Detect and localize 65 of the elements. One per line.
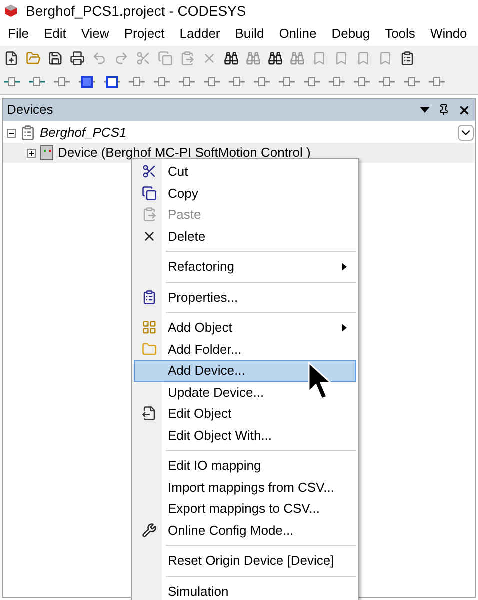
close-icon[interactable] (458, 104, 471, 116)
menu-item[interactable]: Online Config Mode... (134, 520, 356, 541)
menu-item[interactable]: Edit Object With... (134, 424, 356, 446)
cube-icon (4, 4, 18, 18)
binoculars-icon[interactable] (268, 50, 283, 66)
menu-item[interactable]: Reset Origin Device [Device] (134, 550, 356, 572)
tree-item[interactable]: Berghof_PCS1 (40, 123, 127, 143)
menu-item[interactable]: Update Device... (134, 382, 356, 403)
menu-item[interactable]: Copy (134, 182, 356, 204)
redo-icon[interactable] (114, 50, 129, 66)
ladder-element-icon[interactable] (104, 74, 120, 90)
document-icon (142, 406, 156, 422)
scissors-icon[interactable] (136, 50, 151, 66)
binoculars-icon[interactable] (224, 50, 239, 66)
tree-toggle-icon[interactable] (27, 148, 36, 158)
menu-item[interactable]: Refactoring (134, 256, 356, 278)
ladder-element-icon[interactable] (79, 74, 95, 90)
panel-title: Devices (7, 101, 54, 120)
scissors-icon (142, 164, 156, 180)
copy-icon[interactable] (158, 50, 173, 66)
menu-bar-item[interactable]: Project (117, 24, 172, 44)
menu-item[interactable]: Simulation (134, 580, 356, 600)
folder-icon (142, 342, 156, 357)
pin-icon[interactable] (438, 104, 450, 116)
new-file-icon[interactable] (4, 50, 19, 66)
undo-icon[interactable] (92, 50, 107, 66)
open-folder-icon[interactable] (26, 50, 41, 66)
project-icon (20, 125, 36, 141)
menu-item[interactable]: Add Device... (134, 360, 356, 382)
copy-icon (142, 186, 156, 201)
menu-bar-item[interactable]: Debug (324, 24, 378, 44)
properties-icon (142, 290, 156, 305)
menu-bar-item[interactable]: Windo (423, 24, 474, 44)
menu-item[interactable]: Delete (134, 226, 356, 247)
menu-item[interactable]: Properties... (134, 286, 356, 308)
bookmark-icon[interactable] (356, 50, 371, 66)
menu-bar-item[interactable]: Online (272, 24, 324, 44)
grid-icon (142, 320, 156, 336)
bookmark-icon[interactable] (334, 50, 349, 66)
menu-item[interactable]: Import mappings from CSV... (134, 476, 356, 498)
bookmark-icon[interactable] (312, 50, 327, 66)
menu-item[interactable]: Edit Object (134, 403, 356, 424)
device-icon (40, 145, 54, 161)
wrench-icon (142, 522, 156, 538)
menu-bar-item[interactable]: Ladder (172, 24, 228, 44)
menu-bar-item[interactable]: File (1, 24, 36, 44)
menu-item[interactable]: Cut (134, 161, 356, 182)
menu-item[interactable]: Edit IO mapping (134, 455, 356, 476)
menu-bar-item[interactable]: View (74, 24, 116, 44)
menu-bar-item[interactable]: Build (228, 24, 272, 44)
menu-bar-item[interactable]: Edit (36, 24, 74, 44)
clipboard-icon (142, 207, 156, 222)
properties-icon[interactable] (400, 50, 415, 66)
window-title: Berghof_PCS1.project - CODESYS (26, 2, 246, 21)
bookmark-icon[interactable] (378, 50, 393, 66)
menu-item[interactable]: Add Object (134, 317, 356, 338)
tree-toggle-icon[interactable] (7, 128, 16, 138)
menu-item[interactable]: Export mappings to CSV... (134, 498, 356, 520)
dropdown-button[interactable] (458, 125, 474, 141)
save-icon[interactable] (48, 50, 63, 66)
menu-item[interactable]: Add Folder... (134, 338, 356, 360)
clipboard-icon[interactable] (180, 50, 195, 66)
menu-bar-item[interactable]: Tools (378, 24, 422, 44)
dropdown-icon[interactable] (420, 107, 430, 113)
printer-icon[interactable] (70, 50, 85, 66)
